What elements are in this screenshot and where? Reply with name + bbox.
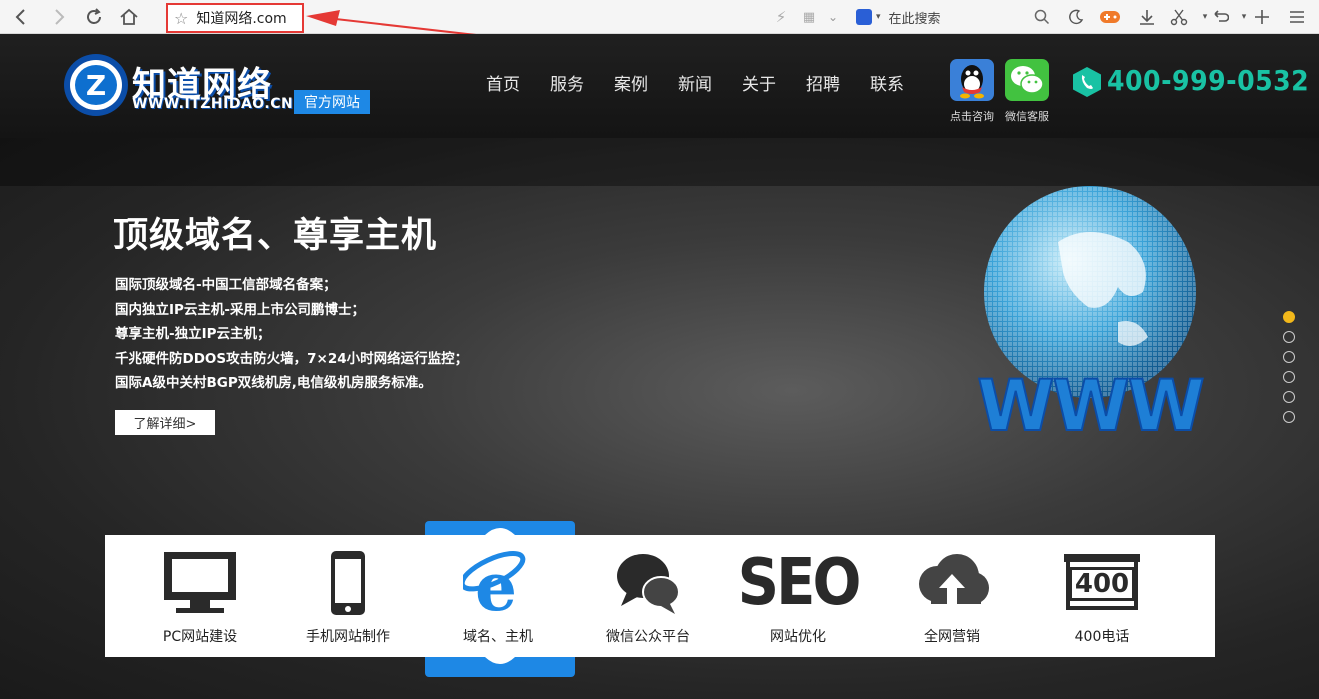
globe-text: WWW <box>977 365 1203 447</box>
service-seo[interactable]: SEO 网站优化 <box>723 548 873 646</box>
search-icon[interactable] <box>1029 4 1055 30</box>
service-wechat-platform[interactable]: 微信公众平台 <box>573 548 723 646</box>
logo-url: WWW.ITZHIDAO.CN <box>132 96 294 112</box>
baidu-paw-icon <box>856 9 872 25</box>
nav-item-jobs[interactable]: 招聘 <box>806 70 870 95</box>
flash-icon[interactable]: ⚡ <box>768 4 794 30</box>
cloud-upload-icon <box>919 554 989 606</box>
phone400-icon: 400 <box>1064 554 1140 612</box>
back-icon[interactable] <box>8 4 34 30</box>
wechat-service-button[interactable]: 微信客服 <box>997 59 1057 124</box>
hotline-number[interactable]: 400-999-0532 <box>1107 64 1309 97</box>
chevron-down-icon[interactable]: ⌄ <box>820 4 846 30</box>
service-marketing[interactable]: 全网营销 <box>877 548 1027 646</box>
carousel-dot[interactable] <box>1283 391 1295 403</box>
nav-item-cases[interactable]: 案例 <box>614 70 678 95</box>
wechat-icon <box>1005 59 1049 101</box>
gamepad-icon[interactable] <box>1097 4 1123 30</box>
hero-line: 国际顶级域名-中国工信部域名备案； <box>115 277 337 293</box>
nav-item-contact[interactable]: 联系 <box>870 70 934 95</box>
forward-icon[interactable] <box>46 4 72 30</box>
download-icon[interactable] <box>1134 4 1160 30</box>
nav-item-about[interactable]: 关于 <box>742 70 806 95</box>
hero-title: 顶级域名、尊享主机 <box>113 216 438 256</box>
undo-icon[interactable] <box>1207 4 1233 30</box>
hero-line: 国内独立IP云主机-采用上市公司鹏博士； <box>115 301 366 318</box>
qrcode-icon[interactable]: ▦ <box>796 4 822 30</box>
hero-line: 千兆硬件防DDOS攻击防火墙，7×24小时网络运行监控； <box>115 350 469 367</box>
service-mobile-website[interactable]: 手机网站制作 <box>273 548 423 646</box>
new-tab-icon[interactable] <box>1249 4 1275 30</box>
qq-label: 点击咨询 <box>950 110 994 123</box>
service-domain-hosting[interactable]: e 域名、主机 <box>423 548 573 646</box>
logo-icon[interactable]: Z <box>62 52 132 118</box>
search-input[interactable]: 在此搜索 <box>889 8 941 27</box>
wechat-label: 微信客服 <box>1005 110 1049 123</box>
service-name: PC网站建设 <box>162 629 238 645</box>
carousel-dot-active[interactable] <box>1283 311 1295 323</box>
carousel-dot[interactable] <box>1283 351 1295 363</box>
service-name: 全网营销 <box>924 629 980 645</box>
carousel-dot[interactable] <box>1283 331 1295 343</box>
seo-icon-text: SEO <box>737 546 862 620</box>
browser-toolbar: ☆ 知道网络.com ⚡ ▦ ⌄ ▾ 在此搜索 ▾ ▾ <box>0 0 1319 57</box>
carousel-dot[interactable] <box>1283 411 1295 423</box>
service-name: 微信公众平台 <box>606 629 690 645</box>
service-pc-website[interactable]: PC网站建设 <box>125 548 275 646</box>
qq-consult-button[interactable]: 点击咨询 <box>942 59 1002 124</box>
menu-icon[interactable] <box>1284 4 1310 30</box>
hero-line: 尊享主机-独立IP云主机； <box>115 326 271 342</box>
phone400-icon-text: 400 <box>1068 566 1136 602</box>
active-notch-top <box>485 528 515 535</box>
nav-item-news[interactable]: 新闻 <box>678 70 742 95</box>
search-box[interactable]: ▾ 在此搜索 <box>856 5 1056 29</box>
learn-more-button[interactable]: 了解详细> <box>115 410 215 435</box>
mobile-icon <box>331 551 365 615</box>
star-icon[interactable]: ☆ <box>174 9 188 28</box>
svg-text:Z: Z <box>86 69 106 102</box>
service-name: 网站优化 <box>770 629 826 645</box>
home-icon[interactable] <box>116 4 142 30</box>
chat-icon <box>617 554 680 614</box>
active-notch-bottom <box>485 657 515 664</box>
service-400-phone[interactable]: 400 400电话 <box>1027 548 1177 646</box>
address-text: 知道网络.com <box>196 11 287 27</box>
service-name: 手机网站制作 <box>306 629 390 645</box>
qq-icon <box>950 59 994 101</box>
address-bar[interactable]: ☆ 知道网络.com <box>166 3 304 33</box>
night-mode-icon[interactable] <box>1063 4 1089 30</box>
carousel-dot[interactable] <box>1283 371 1295 383</box>
main-nav: 首页 服务 案例 新闻 关于 招聘 联系 <box>486 70 934 95</box>
refresh-icon[interactable] <box>81 4 107 30</box>
hero-description: 国际顶级域名-中国工信部域名备案； 国内独立IP云主机-采用上市公司鹏博士； 尊… <box>115 273 468 396</box>
svg-text:e: e <box>475 550 517 616</box>
engine-dropdown-icon[interactable]: ▾ <box>876 12 881 22</box>
globe-www-icon: WWW <box>976 186 1207 447</box>
hero-top-band <box>0 138 1319 186</box>
nav-item-services[interactable]: 服务 <box>550 70 614 95</box>
nav-item-home[interactable]: 首页 <box>486 70 550 95</box>
ie-icon: e <box>463 550 526 616</box>
phone-icon <box>1073 67 1101 97</box>
hero-line: 国际A级中关村BGP双线机房,电信级机房服务标准。 <box>115 375 432 391</box>
service-name: 400电话 <box>1074 629 1130 645</box>
official-badge: 官方网站 <box>294 90 370 114</box>
seo-icon: SEO <box>723 548 873 618</box>
service-name: 域名、主机 <box>463 629 533 645</box>
scissors-icon[interactable] <box>1166 4 1192 30</box>
monitor-icon <box>164 552 236 613</box>
carousel-dots <box>1283 311 1295 431</box>
